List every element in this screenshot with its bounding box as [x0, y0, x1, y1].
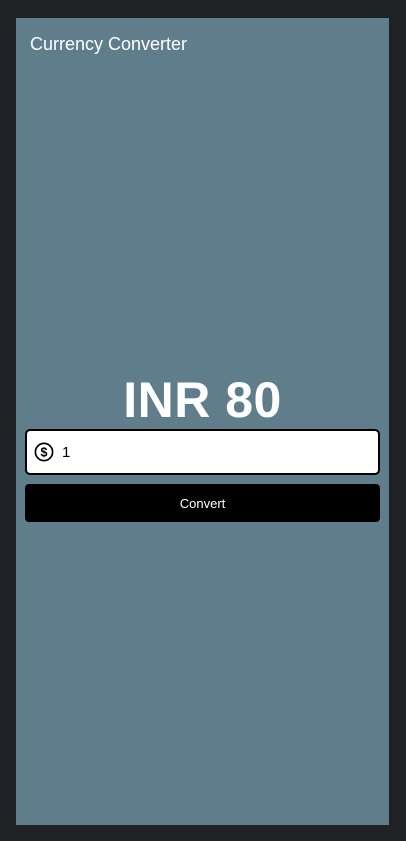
convert-button[interactable]: Convert — [25, 484, 380, 522]
app-title: Currency Converter — [30, 34, 188, 54]
amount-input[interactable] — [62, 431, 362, 473]
dollar-circle-icon: $ — [34, 442, 54, 462]
app-bar: Currency Converter — [16, 18, 389, 70]
amount-field[interactable]: $ — [25, 429, 380, 475]
conversion-result: INR 80 — [123, 372, 282, 428]
app-screen: Currency Converter INR 80 $ Convert — [16, 18, 389, 825]
svg-text:$: $ — [41, 446, 48, 460]
